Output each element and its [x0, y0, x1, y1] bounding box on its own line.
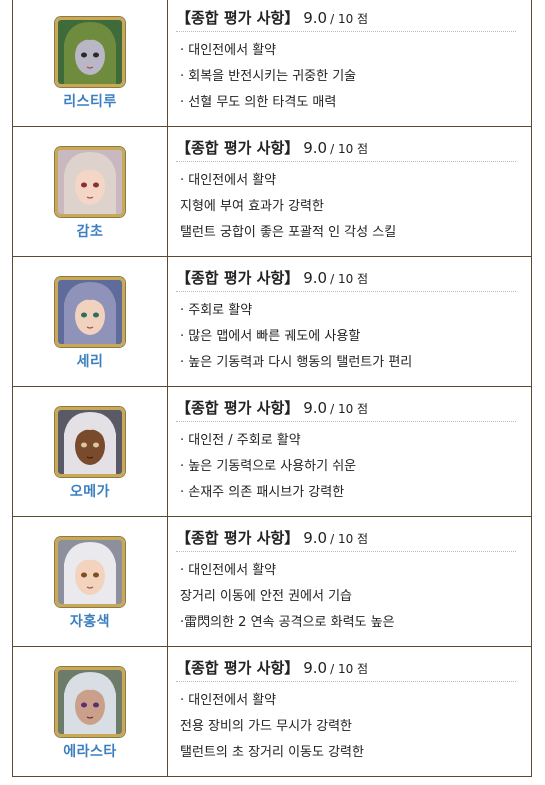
character-cell: 오메가: [12, 387, 168, 516]
evaluation-score-suffix: / 10 점: [330, 142, 369, 156]
character-name: 세리: [76, 354, 104, 370]
evaluation-cell: 【종합 평가 사항】 9.0/ 10 점 · 대인전 / 주회로 활약 · 높은 …: [168, 387, 532, 516]
evaluation-score: 9.0: [303, 9, 328, 27]
evaluation-cell: 【종합 평가 사항】 9.0/ 10 점 · 주회로 활약 · 많은 맵에서 빠른…: [168, 257, 532, 386]
evaluation-line: · 많은 맵에서 빠른 궤도에 사용할: [180, 329, 361, 344]
character-name: 감초: [76, 224, 104, 240]
evaluation-score: 9.0: [303, 529, 328, 547]
evaluation-cell: 【종합 평가 사항】 9.0/ 10 점 · 대인전에서 활약 전용 장비의 가드…: [168, 647, 532, 776]
evaluation-header: 【종합 평가 사항】 9.0/ 10 점: [176, 655, 516, 682]
evaluation-line: 지형에 부여 효과가 강력한: [180, 199, 324, 214]
character-cell: 에라스타: [12, 647, 168, 776]
evaluation-line: 탤런트 궁합이 좋은 포괄적 인 각성 스킬: [180, 225, 397, 240]
evaluation-score-suffix: / 10 점: [330, 272, 369, 286]
evaluation-line: · 높은 기동력과 다시 행동의 탤런트가 편리: [180, 355, 413, 370]
character-row: 감초 【종합 평가 사항】 9.0/ 10 점 · 대인전에서 활약 지형에 부여…: [12, 127, 532, 257]
character-portrait: [55, 407, 125, 477]
character-row: 에라스타 【종합 평가 사항】 9.0/ 10 점 · 대인전에서 활약 전용 장…: [12, 647, 532, 777]
character-cell: 감초: [12, 127, 168, 256]
evaluation-header: 【종합 평가 사항】 9.0/ 10 점: [176, 265, 516, 292]
evaluation-title: 【종합 평가 사항】: [176, 399, 300, 417]
evaluation-title: 【종합 평가 사항】: [176, 659, 300, 677]
evaluation-line: · 주회로 활약: [180, 303, 253, 318]
character-portrait: [55, 147, 125, 217]
evaluation-line: · 선혈 무도 의한 타격도 매력: [180, 95, 337, 110]
character-name: 오메가: [69, 484, 111, 500]
evaluation-score-suffix: / 10 점: [330, 662, 369, 676]
evaluation-line: 장거리 이동에 안전 권에서 기습: [180, 589, 353, 604]
character-row: 세리 【종합 평가 사항】 9.0/ 10 점 · 주회로 활약 · 많은 맵에서…: [12, 257, 532, 387]
character-portrait: [55, 667, 125, 737]
character-portrait: [55, 17, 125, 87]
evaluation-title: 【종합 평가 사항】: [176, 139, 300, 157]
character-row: 리스티루 【종합 평가 사항】 9.0/ 10 점 · 대인전에서 활약 · 회복…: [12, 0, 532, 127]
evaluation-score: 9.0: [303, 399, 328, 417]
character-cell: 세리: [12, 257, 168, 386]
evaluation-line: · 대인전에서 활약: [180, 173, 277, 188]
evaluation-header: 【종합 평가 사항】 9.0/ 10 점: [176, 5, 516, 32]
evaluation-score: 9.0: [303, 139, 328, 157]
evaluation-line: 전용 장비의 가드 무시가 강력한: [180, 719, 353, 734]
character-portrait: [55, 277, 125, 347]
evaluation-header: 【종합 평가 사항】 9.0/ 10 점: [176, 135, 516, 162]
evaluation-score-suffix: / 10 점: [330, 532, 369, 546]
evaluation-score: 9.0: [303, 269, 328, 287]
evaluation-line: · 대인전에서 활약: [180, 563, 277, 578]
evaluation-cell: 【종합 평가 사항】 9.0/ 10 점 · 대인전에서 활약 · 회복을 반전시…: [168, 0, 532, 126]
evaluation-cell: 【종합 평가 사항】 9.0/ 10 점 · 대인전에서 활약 지형에 부여 효과…: [168, 127, 532, 256]
evaluation-score: 9.0: [303, 659, 328, 677]
evaluation-header: 【종합 평가 사항】 9.0/ 10 점: [176, 525, 516, 552]
evaluation-line: · 높은 기동력으로 사용하기 쉬운: [180, 459, 357, 474]
evaluation-line: · 대인전에서 활약: [180, 693, 277, 708]
character-row: 오메가 【종합 평가 사항】 9.0/ 10 점 · 대인전 / 주회로 활약 ·…: [12, 387, 532, 517]
evaluation-line: · 대인전 / 주회로 활약: [180, 433, 301, 448]
evaluation-cell: 【종합 평가 사항】 9.0/ 10 점 · 대인전에서 활약 장거리 이동에 안…: [168, 517, 532, 646]
evaluation-line: 탤런트의 초 장거리 이동도 강력한: [180, 745, 364, 760]
character-name: 리스티루: [63, 94, 117, 110]
character-name: 자홍색: [69, 614, 111, 630]
evaluation-title: 【종합 평가 사항】: [176, 269, 300, 287]
evaluation-score-suffix: / 10 점: [330, 12, 369, 26]
evaluation-score-suffix: / 10 점: [330, 402, 369, 416]
evaluation-line: · 손재주 의존 패시브가 강력한: [180, 485, 345, 500]
evaluation-title: 【종합 평가 사항】: [176, 529, 300, 547]
character-cell: 리스티루: [12, 0, 168, 126]
evaluation-header: 【종합 평가 사항】 9.0/ 10 점: [176, 395, 516, 422]
evaluation-line: ·雷閃의한 2 연속 공격으로 화력도 높은: [180, 615, 395, 630]
evaluation-title: 【종합 평가 사항】: [176, 9, 300, 27]
evaluation-table: 리스티루 【종합 평가 사항】 9.0/ 10 점 · 대인전에서 활약 · 회복…: [12, 0, 532, 777]
character-row: 자홍색 【종합 평가 사항】 9.0/ 10 점 · 대인전에서 활약 장거리 이…: [12, 517, 532, 647]
evaluation-line: · 회복을 반전시키는 귀중한 기술: [180, 69, 357, 84]
evaluation-line: · 대인전에서 활약: [180, 43, 277, 58]
character-portrait: [55, 537, 125, 607]
character-cell: 자홍색: [12, 517, 168, 646]
character-name: 에라스타: [63, 744, 117, 760]
